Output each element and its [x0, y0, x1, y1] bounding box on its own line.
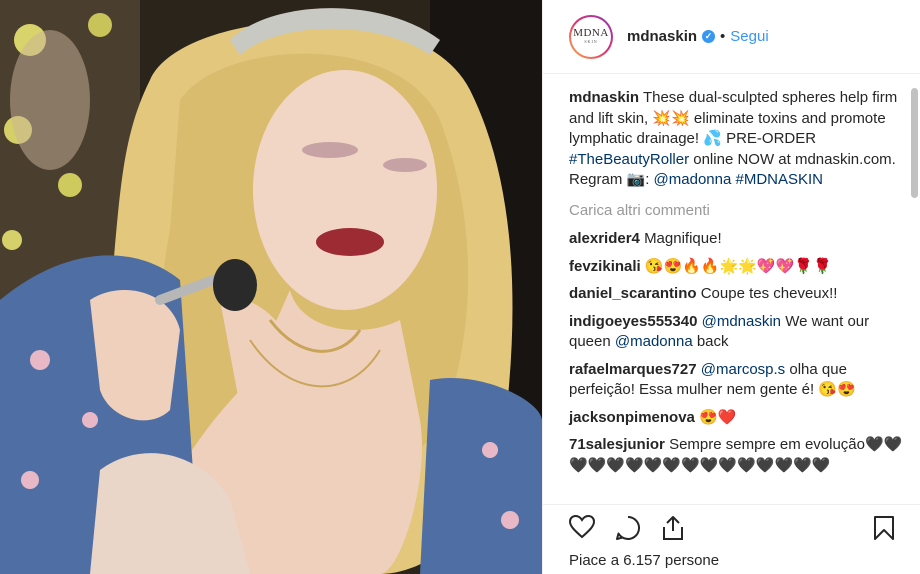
avatar-logo: MDNA SKIN [571, 16, 611, 57]
comment-text: Magnifique! [644, 230, 722, 247]
follow-button[interactable]: Segui [730, 28, 768, 45]
comment-username[interactable]: rafaelmarques727 [569, 361, 697, 378]
caption-hashtag[interactable]: #TheBeautyRoller [569, 151, 689, 168]
caption-username[interactable]: mdnaskin [569, 89, 639, 106]
post-photo-illustration [0, 0, 542, 574]
comments-list[interactable]: mdnaskin These dual-sculpted spheres hel… [543, 74, 920, 504]
caption-hashtag[interactable]: #MDNASKIN [735, 171, 823, 188]
comment-username[interactable]: jacksonpimenova [569, 409, 695, 426]
comment-item: indigoeyes555340 @mdnaskin We want our q… [569, 312, 907, 353]
post-caption: mdnaskin These dual-sculpted spheres hel… [569, 88, 907, 191]
comment-item: daniel_scarantino Coupe tes cheveux!! [569, 284, 907, 305]
comment-text: 😘😍🔥🔥🌟🌟💖💖🌹🌹 [644, 257, 832, 275]
separator-dot: • [720, 28, 726, 45]
comment-text: 😍❤️ [699, 408, 737, 426]
comment-item: fevzikinali 😘😍🔥🔥🌟🌟💖💖🌹🌹 [569, 257, 907, 278]
comment-username[interactable]: fevzikinali [569, 258, 641, 275]
avatar-sub-text: SKIN [584, 39, 598, 44]
load-more-comments-button[interactable]: Carica altri commenti [569, 201, 907, 222]
comment-username[interactable]: daniel_scarantino [569, 285, 697, 302]
bookmark-icon[interactable] [873, 515, 895, 546]
comment-icon[interactable] [615, 515, 641, 546]
comment-text: Coupe tes cheveux!! [700, 285, 838, 302]
comment-username[interactable]: 71salesjunior [569, 436, 665, 453]
comment-username[interactable]: alexrider4 [569, 230, 640, 247]
comment-mention[interactable]: @marcosp.s [701, 361, 785, 378]
post-photo[interactable] [0, 0, 542, 574]
comment-item: alexrider4 Magnifique! [569, 229, 907, 250]
post-header: MDNA SKIN mdnaskin ✓ • Segui [543, 0, 920, 74]
post-actions-bar [543, 504, 920, 548]
comment-item: rafaelmarques727 @marcosp.s olha que per… [569, 360, 907, 401]
verified-badge-icon: ✓ [702, 30, 716, 43]
comment-item: 71salesjunior Sempre sempre em evolução🖤… [569, 435, 907, 476]
comment-item: jacksonpimenova 😍❤️ [569, 408, 907, 429]
comment-text: back [692, 333, 729, 350]
comment-username[interactable]: indigoeyes555340 [569, 313, 697, 330]
heart-icon[interactable] [568, 514, 596, 544]
share-icon[interactable] [661, 515, 685, 546]
post-side-panel: MDNA SKIN mdnaskin ✓ • Segui mdnaskin Th… [542, 0, 920, 574]
comments-scrollbar[interactable] [911, 88, 918, 198]
avatar-logo-text: MDNA [573, 27, 609, 39]
caption-mention[interactable]: @madonna [654, 171, 732, 188]
comment-mention[interactable]: @madonna [615, 333, 693, 350]
profile-avatar[interactable]: MDNA SKIN [569, 14, 613, 59]
comment-mention[interactable]: @mdnaskin [702, 313, 781, 330]
likes-count[interactable]: Piace a 6.157 persone [569, 552, 719, 569]
post-username[interactable]: mdnaskin [627, 28, 697, 45]
